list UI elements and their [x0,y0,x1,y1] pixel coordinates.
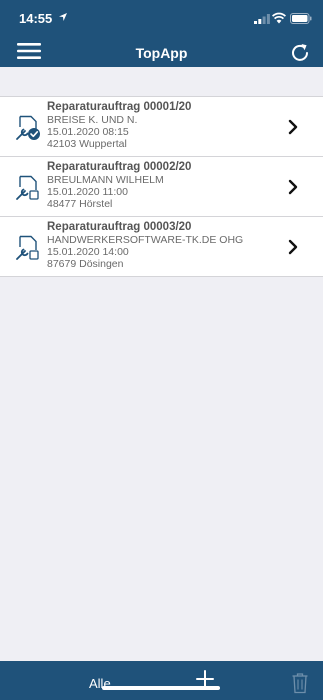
home-indicator [102,686,220,690]
status-time: 14:55 [19,11,53,26]
location-arrow-icon [59,13,67,21]
page-title: TopApp [135,45,188,61]
top-navigation-bar: 14:55 TopApp [0,0,323,67]
order-location: 42103 Wuppertal [47,138,127,151]
repair-order-done-icon [16,115,40,140]
order-row[interactable]: Reparaturauftrag 00001/20 BREISE K. UND … [0,97,323,157]
cellular-signal-icon [254,14,270,24]
order-location: 87679 Dösingen [47,258,124,271]
order-title: Reparaturauftrag 00003/20 [47,221,192,233]
battery-icon [290,13,312,24]
bottom-toolbar: Alle [0,661,323,700]
order-list: Reparaturauftrag 00001/20 BREISE K. UND … [0,96,323,277]
order-row[interactable]: Reparaturauftrag 00002/20 BREULMANN WILH… [0,157,323,217]
order-location: 48477 Hörstel [47,198,113,211]
trash-button[interactable] [291,672,309,694]
order-title: Reparaturauftrag 00002/20 [47,161,192,173]
order-title: Reparaturauftrag 00001/20 [47,101,192,113]
order-customer: BREULMANN WILHELM [47,174,164,186]
refresh-button[interactable] [289,42,311,64]
wifi-icon [272,12,286,24]
chevron-right-icon [288,239,298,255]
chevron-right-icon [288,119,298,135]
repair-order-open-icon [16,235,39,260]
order-date: 15.01.2020 14:00 [47,246,129,259]
status-bar: 14:55 [0,0,323,34]
order-customer: HANDWERKERSOFTWARE-TK.DE OHG [47,234,244,246]
chevron-right-icon [288,179,298,195]
repair-order-open-icon [16,175,39,200]
order-date: 15.01.2020 08:15 [47,126,129,139]
order-date: 15.01.2020 11:00 [47,186,128,199]
order-row[interactable]: Reparaturauftrag 00003/20 HANDWERKERSOFT… [0,217,323,277]
order-customer: BREISE K. UND N. [47,114,138,126]
